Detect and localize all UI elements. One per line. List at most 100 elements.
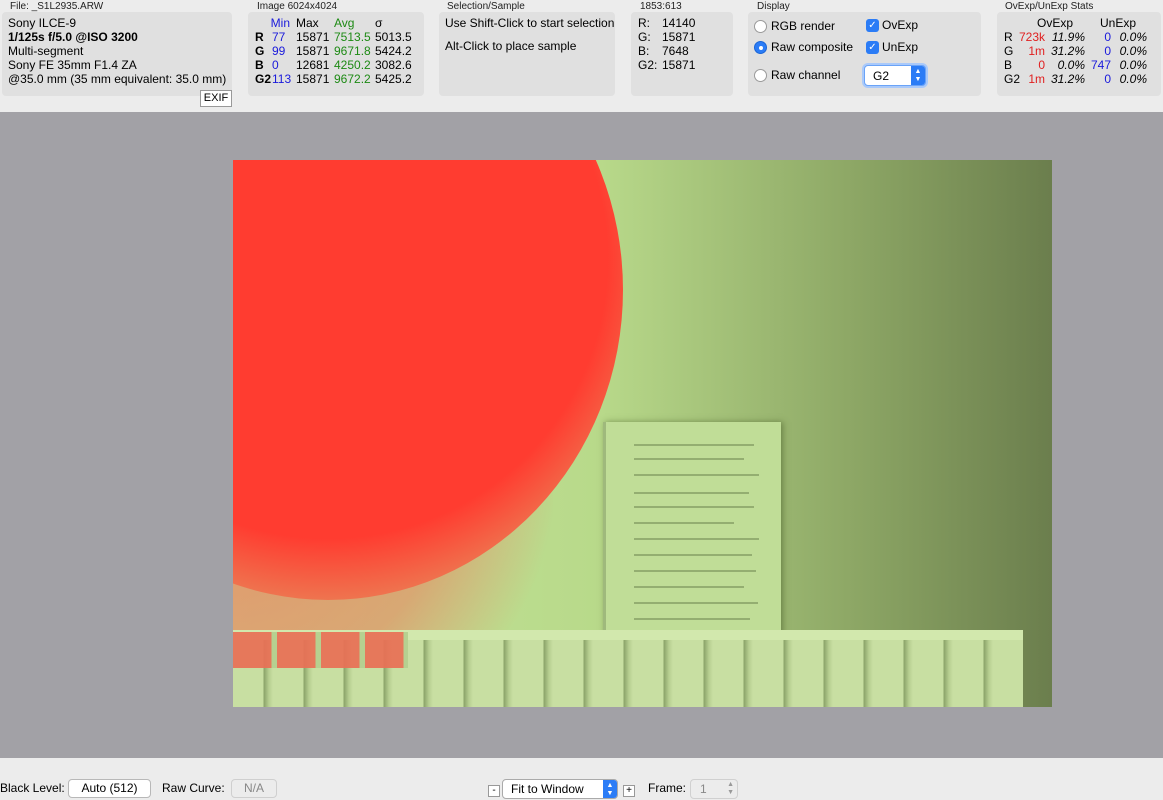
frame-label: Frame:	[648, 781, 687, 795]
stat-sigma: 5424.2	[375, 44, 412, 58]
header-unexp: UnExp	[1100, 16, 1137, 30]
image-stats-panel: Min Max Avg σ R 77 15871 7513.5 5013.5 G…	[248, 12, 424, 96]
image-group-title: Image 6024x4024	[257, 1, 338, 12]
zoom-out-button[interactable]: -	[488, 785, 500, 797]
raw-composite-radio[interactable]	[754, 41, 767, 54]
stats-channel: G	[1004, 44, 1014, 58]
channel-label: G2	[255, 72, 272, 86]
stat-sigma: 3082.6	[375, 58, 412, 72]
channel-select-value: G2	[873, 69, 890, 83]
raw-curve-label: Raw Curve:	[162, 781, 225, 795]
unexp-count: 0	[1104, 30, 1111, 44]
black-level-label: Black Level:	[0, 781, 65, 795]
ovexp-percent: 0.0%	[1057, 58, 1085, 72]
pixel-value: 7648	[662, 44, 689, 58]
stat-sigma: 5013.5	[375, 30, 412, 44]
overexposed-highlight-region	[233, 160, 623, 600]
chevron-updown-icon: ▲ ▼	[911, 66, 925, 85]
lens-model: Sony FE 35mm F1.4 ZA	[8, 58, 137, 72]
ovexp-count: 723k	[1018, 30, 1045, 44]
raw-channel-label[interactable]: Raw channel	[771, 68, 840, 82]
display-group-title: Display	[757, 1, 790, 12]
raw-image-preview[interactable]	[233, 160, 1052, 707]
metering-mode: Multi-segment	[8, 44, 84, 58]
paper-sheet	[603, 422, 781, 637]
header-avg: Avg	[334, 16, 355, 30]
checkmark-icon: ✓	[868, 20, 877, 31]
ovexp-percent: 31.2%	[1050, 44, 1085, 58]
unexp-percent: 0.0%	[1119, 44, 1147, 58]
stat-max: 15871	[296, 30, 330, 44]
pixel-label: G2:	[638, 58, 658, 72]
stat-min: 99	[272, 44, 286, 58]
stat-min: 113	[272, 72, 292, 86]
channel-label: R	[255, 30, 264, 44]
pixel-label: B:	[638, 44, 650, 58]
selection-group-title: Selection/Sample	[447, 1, 525, 12]
stat-avg: 4250.2	[334, 58, 371, 72]
exposure-stats-panel: OvExp UnExp R 723k 11.9% 0 0.0% G 1m 31.…	[997, 12, 1161, 96]
unexp-percent: 0.0%	[1119, 72, 1147, 86]
ovexp-percent: 11.9%	[1051, 30, 1085, 44]
checkmark-icon: ✓	[868, 42, 877, 53]
file-group-title: File: _S1L2935.ARW	[10, 1, 104, 12]
stats-channel: B	[1004, 58, 1013, 72]
rgb-render-radio[interactable]	[754, 20, 767, 33]
channel-select[interactable]: G2 ▲ ▼	[864, 65, 926, 86]
stat-avg: 7513.5	[334, 30, 371, 44]
ovexp-label[interactable]: OvExp	[882, 18, 918, 32]
radiator-overexposed	[233, 632, 408, 668]
black-level-button[interactable]: Auto (512)	[68, 779, 151, 798]
exif-button[interactable]: EXIF	[200, 90, 232, 107]
pixel-value: 14140	[662, 16, 696, 30]
camera-model: Sony ILCE-9	[8, 16, 77, 30]
channel-label: B	[255, 58, 264, 72]
exposure-settings: 1/125s f/5.0 @ISO 3200	[8, 30, 138, 44]
focal-length: @35.0 mm (35 mm equivalent: 35.0 mm)	[8, 72, 227, 86]
unexp-count: 0	[1104, 44, 1111, 58]
stat-max: 15871	[296, 72, 330, 86]
unexp-checkbox[interactable]: ✓	[866, 41, 879, 54]
unexp-count: 0	[1104, 72, 1111, 86]
zoom-in-button[interactable]: +	[623, 785, 635, 797]
zoom-select[interactable]: Fit to Window ▲ ▼	[502, 779, 618, 799]
pixel-value: 15871	[662, 30, 696, 44]
rgb-render-label[interactable]: RGB render	[771, 19, 835, 33]
ovexp-count: 1m	[1028, 72, 1045, 86]
pixel-coordinate-title: 1853:613	[640, 1, 682, 12]
stat-avg: 9671.8	[334, 44, 371, 58]
frame-value: 1	[700, 782, 707, 796]
pixel-value: 15871	[662, 58, 696, 72]
selection-panel: Use Shift-Click to start selection Alt-C…	[439, 12, 615, 96]
file-panel: Sony ILCE-9 1/125s f/5.0 @ISO 3200 Multi…	[2, 12, 232, 107]
stat-min: 0	[272, 58, 279, 72]
header-ovexp: OvExp	[1037, 16, 1074, 30]
unexp-label[interactable]: UnExp	[882, 40, 918, 54]
channel-label: G	[255, 44, 265, 58]
display-panel: RGB render Raw composite Raw channel ✓ O…	[748, 12, 981, 96]
raw-channel-radio[interactable]	[754, 69, 767, 82]
ovexp-count: 0	[1038, 58, 1045, 72]
selection-hint: Use Shift-Click to start selection	[445, 16, 615, 30]
sample-hint: Alt-Click to place sample	[445, 39, 577, 53]
frame-stepper[interactable]: 1 ▲ ▼	[690, 779, 738, 799]
pixel-label: G:	[638, 30, 651, 44]
stats-channel: R	[1004, 30, 1013, 44]
pixel-label: R:	[638, 16, 650, 30]
unexp-percent: 0.0%	[1119, 58, 1147, 72]
header-min: Min	[270, 16, 290, 30]
raw-composite-label[interactable]: Raw composite	[771, 40, 853, 54]
ovexp-checkbox[interactable]: ✓	[866, 19, 879, 32]
ovexp-percent: 31.2%	[1050, 72, 1085, 86]
unexp-percent: 0.0%	[1119, 30, 1147, 44]
stat-avg: 9672.2	[334, 72, 371, 86]
unexp-count: 747	[1090, 58, 1111, 72]
chevron-updown-icon: ▲ ▼	[727, 781, 734, 796]
stat-max: 12681	[296, 58, 330, 72]
chevron-updown-icon: ▲ ▼	[603, 780, 617, 798]
header-sigma: σ	[375, 16, 383, 30]
stats-group-title: OvExp/UnExp Stats	[1005, 1, 1094, 12]
stat-min: 77	[272, 30, 286, 44]
stat-sigma: 5425.2	[375, 72, 412, 86]
zoom-select-value: Fit to Window	[511, 782, 584, 796]
